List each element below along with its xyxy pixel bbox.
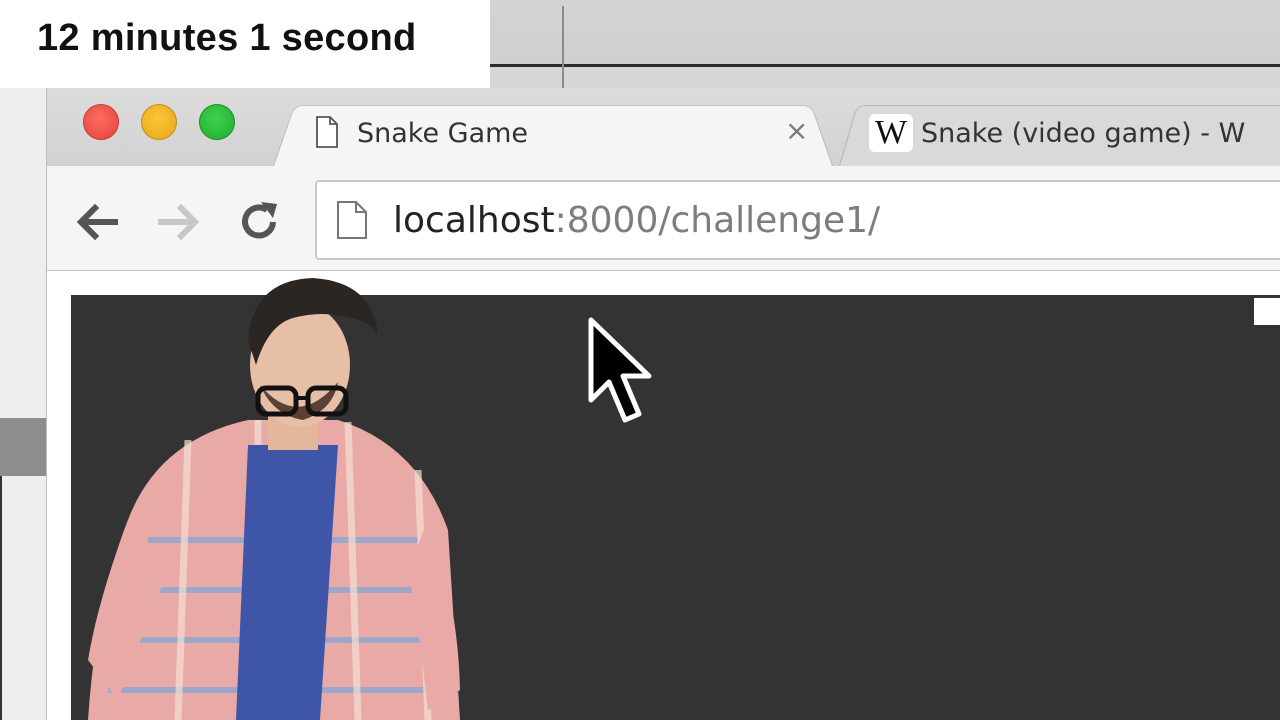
window-zoom-button[interactable] — [199, 104, 235, 140]
wikipedia-icon: W — [869, 114, 913, 152]
tab-strip: Snake Game × W Snake (video game) - W — [47, 88, 1280, 166]
background-divider — [562, 6, 564, 88]
window-close-button[interactable] — [83, 104, 119, 140]
timer-text: 12 minutes 1 second — [37, 17, 417, 59]
presenter-video-overlay — [88, 278, 460, 720]
tab-close-icon[interactable]: × — [785, 114, 808, 147]
address-bar[interactable]: localhost:8000/challenge1/ — [315, 180, 1280, 260]
reload-icon[interactable] — [235, 198, 283, 246]
url-host: localhost — [393, 200, 555, 241]
url-text: localhost:8000/challenge1/ — [393, 200, 880, 241]
back-arrow-icon[interactable] — [73, 198, 121, 246]
background-edge — [0, 476, 2, 720]
mouse-cursor-icon — [588, 317, 652, 423]
window-minimize-button[interactable] — [141, 104, 177, 140]
timer-overlay: 12 minutes 1 second — [0, 0, 490, 88]
tab-snake-game[interactable]: Snake Game × — [273, 98, 833, 166]
tab-title: Snake (video game) - W — [921, 118, 1246, 149]
browser-toolbar: localhost:8000/challenge1/ — [47, 166, 1280, 271]
tab-wikipedia[interactable]: W Snake (video game) - W — [839, 98, 1280, 166]
forward-arrow-icon[interactable] — [155, 198, 203, 246]
snake-food — [1254, 298, 1280, 325]
url-path: :8000/challenge1/ — [554, 200, 881, 241]
tab-title: Snake Game — [357, 118, 529, 149]
page-icon — [316, 116, 338, 148]
page-icon — [337, 201, 367, 239]
background-window-left — [0, 88, 46, 720]
background-band — [0, 418, 46, 476]
